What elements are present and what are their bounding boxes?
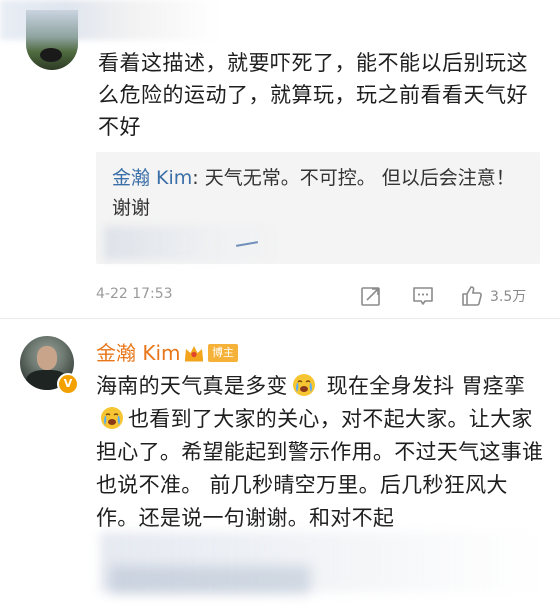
comment-button[interactable] [412,284,434,308]
crown-icon [185,346,203,362]
crying-emoji-icon [292,374,315,396]
reply-author-link[interactable]: 金瀚 Kim [112,167,192,189]
blurred-overflow-line [110,566,310,594]
comment-text-part1: 海南的天气真是多变 [96,374,288,398]
comment-divider [0,318,560,319]
comment-timestamp: 4-22 17:53 [96,286,173,302]
like-count: 3.5万 [490,289,527,305]
like-icon [462,286,482,306]
reply-colon: : [192,167,205,189]
share-icon [361,287,380,306]
crying-emoji-icon [101,407,123,429]
verified-badge: V [57,373,79,395]
comment-icon [413,287,433,305]
comment-text-part3: 也看到了大家的关心，对不起大家。让大家担心了。希望能起到警示作用。不过天气这事谁… [96,407,544,530]
comment-text: 看着这描述，就要吓死了，能不能以后别玩这么危险的运动了，就算玩，玩之前看看天气好… [98,51,528,139]
host-badge: 博主 [208,344,238,362]
comment-text-part2: 现在全身发抖 胃痉挛 [319,374,526,398]
author-comment-text: 海南的天气真是多变 现在全身发抖 胃痉挛也看到了大家的关心，对不起大家。让大家担… [96,370,546,535]
reply-content: 金瀚 Kim: 天气无常。不可控。 但以后会注意！谢谢 [112,163,522,223]
share-button[interactable] [360,284,382,308]
like-button[interactable]: 3.5万 [460,284,526,308]
author-name[interactable]: 金瀚 Kim [96,340,181,366]
commenter-avatar[interactable] [26,10,78,70]
